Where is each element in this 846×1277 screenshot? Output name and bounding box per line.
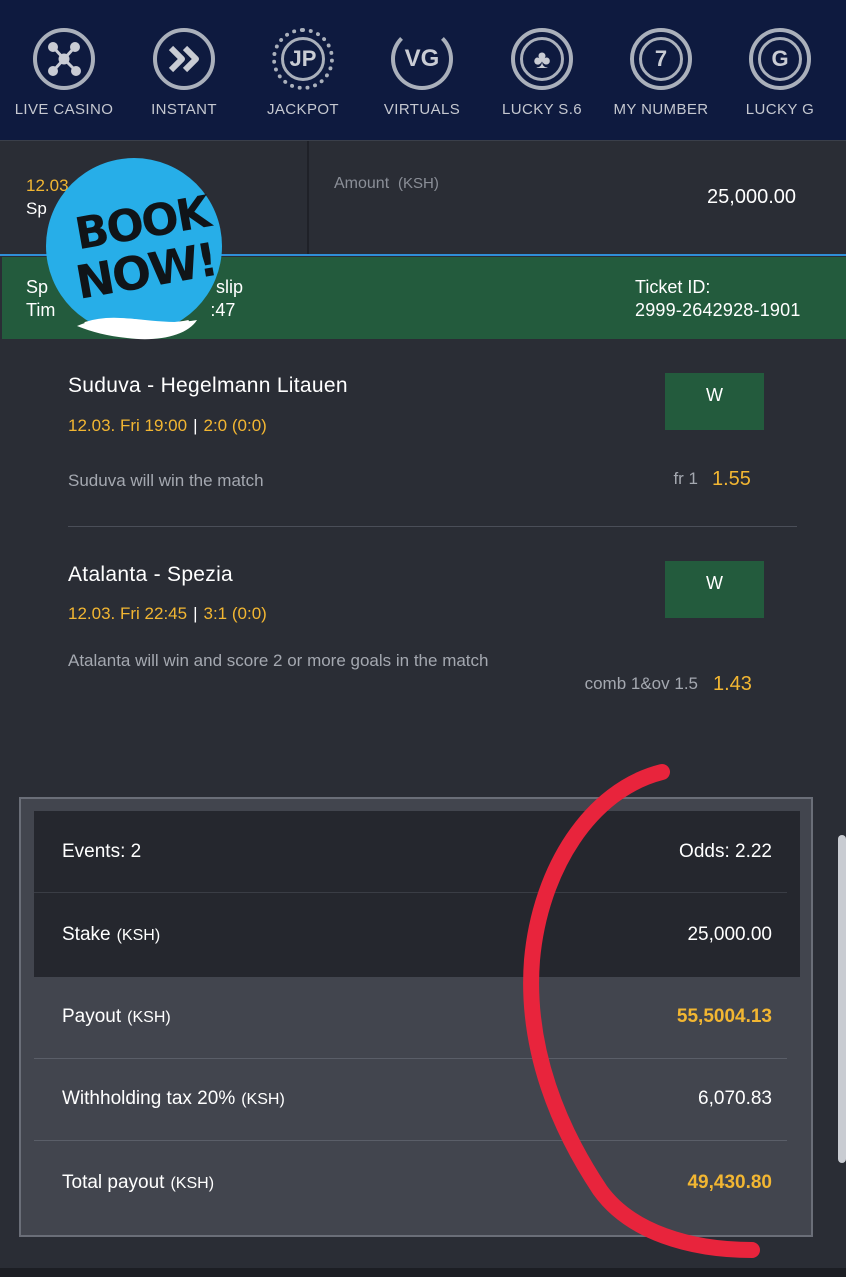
row-divider (34, 1140, 787, 1141)
summary-events-row: Events: 2 Odds: 2.22 (62, 811, 788, 893)
event-odd: 1.43 (713, 673, 752, 695)
event-title: Suduva - Hegelmann Litauen (68, 374, 348, 397)
stake-value: 25,000.00 (687, 924, 772, 945)
ticket-id-value: 2999-2642928-1901 (635, 300, 801, 320)
letter-g-icon: G (749, 28, 811, 90)
nav-label: INSTANT (151, 101, 217, 118)
bottom-edge (0, 1268, 846, 1277)
event-datetime-score: 12.03. Fri 19:00 | 2:0 (0:0) (68, 416, 267, 435)
event-status-won: W (665, 561, 764, 618)
nav-virtuals[interactable]: VG VIRTUALS (362, 0, 482, 141)
book-now-badge[interactable]: BOOK NOW! (37, 158, 233, 340)
tax-value: 6,070.83 (698, 1088, 772, 1109)
column-divider (307, 141, 309, 254)
event-title: Atalanta - Spezia (68, 563, 234, 586)
events-count: Events: 2 (62, 841, 142, 862)
number-seven-icon: 7 (630, 28, 692, 90)
bet-summary: Events: 2 Odds: 2.22 Stake (KSH) 25,000.0… (19, 797, 813, 1237)
nav-label: LIVE CASINO (14, 101, 114, 118)
event-description: Suduva will win the match (68, 471, 264, 490)
fast-forward-icon (153, 28, 215, 90)
payout-label: Payout (KSH) (62, 1006, 171, 1027)
summary-total-row: Total payout (KSH) 49,430.80 (62, 1142, 788, 1224)
summary-tax-row: Withholding tax 20% (KSH) 6,070.83 (62, 1058, 788, 1140)
network-icon (33, 28, 95, 90)
summary-payout-row: Payout (KSH) 55,5004.13 (62, 976, 788, 1058)
nav-jackpot[interactable]: JP JACKPOT (243, 0, 363, 141)
nav-live-casino[interactable]: LIVE CASINO (4, 0, 124, 141)
event-market: fr 1 (673, 469, 698, 488)
clover-icon: ♣ (511, 28, 573, 90)
amount-value: 25,000.00 (707, 186, 796, 208)
row-divider (34, 892, 787, 893)
nav-label: LUCKY S.6 (501, 101, 583, 118)
jp-seal-icon: JP (272, 28, 334, 90)
nav-label: LUCKY G (745, 101, 815, 118)
total-payout-value: 49,430.80 (687, 1172, 772, 1193)
total-odds: Odds: 2.22 (679, 841, 772, 862)
event-status-won: W (665, 373, 764, 430)
payout-value: 55,5004.13 (676, 1006, 772, 1027)
top-navigation: LIVE CASINO INSTANT JP JACKPOT VG VIRTUA… (0, 0, 846, 141)
nav-my-number[interactable]: 7 MY NUMBER (601, 0, 721, 141)
nav-instant[interactable]: INSTANT (124, 0, 244, 141)
tax-label: Withholding tax 20% (KSH) (62, 1088, 285, 1109)
event-market: comb 1&ov 1.5 (584, 674, 698, 693)
event-divider (68, 526, 797, 527)
nav-label: VIRTUALS (383, 101, 461, 118)
amount-label: Amount (KSH) (334, 175, 439, 192)
scrollbar[interactable] (838, 835, 846, 1163)
stake-label: Stake (KSH) (62, 924, 161, 945)
summary-stake-row: Stake (KSH) 25,000.00 (62, 894, 788, 976)
nav-label: MY NUMBER (613, 101, 709, 118)
nav-label: JACKPOT (267, 101, 339, 118)
total-payout-label: Total payout (KSH) (62, 1172, 215, 1193)
ticket-id-label: Ticket ID: (635, 277, 711, 297)
vg-icon: VG (391, 28, 453, 90)
event-datetime-score: 12.03. Fri 22:45 | 3:1 (0:0) (68, 604, 267, 623)
nav-lucky-g[interactable]: G LUCKY G (720, 0, 840, 141)
event-odd: 1.55 (712, 468, 751, 490)
event-description: Atalanta will win and score 2 or more go… (68, 651, 489, 670)
nav-lucky-s6[interactable]: ♣ LUCKY S.6 (482, 0, 602, 141)
